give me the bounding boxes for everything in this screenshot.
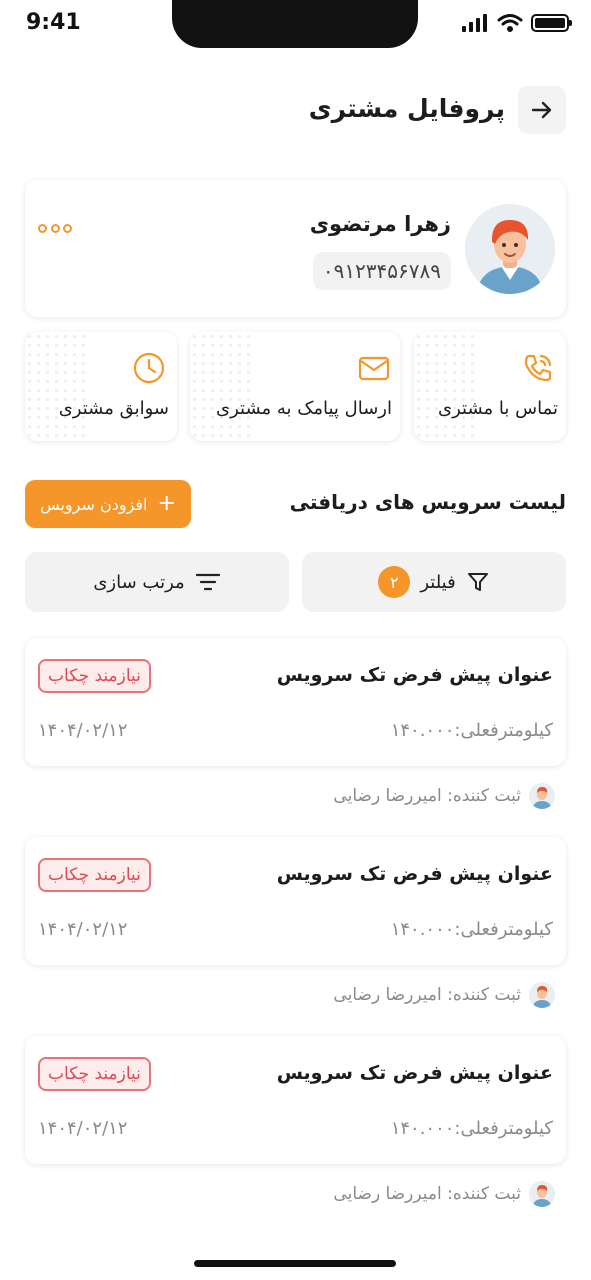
call-customer-button[interactable]: تماس با مشتری	[414, 332, 566, 441]
services-list-title: لیست سرویس های دریافتی	[289, 490, 566, 514]
registrar-label: ثبت کننده: امیررضا رضایی	[333, 786, 521, 806]
sort-button[interactable]: مرتب سازی	[25, 552, 289, 612]
status-time: 9:41	[26, 10, 81, 35]
service-title: عنوان پیش فرض تک سرویس	[276, 664, 553, 686]
battery-icon	[531, 14, 572, 32]
service-date: ۱۴۰۴/۰۲/۱۲	[38, 919, 128, 940]
send-sms-button[interactable]: ارسال پیامک به مشتری	[190, 332, 400, 441]
service-km: کیلومترفعلی:۱۴۰.۰۰۰	[390, 720, 553, 741]
arrow-right-icon	[531, 101, 552, 119]
add-service-button[interactable]: + افزودن سرویس	[25, 480, 191, 528]
mail-icon	[358, 356, 390, 381]
status-badge: نیازمند چکاب	[38, 659, 151, 693]
registrar-avatar	[529, 982, 555, 1008]
service-card[interactable]	[25, 1036, 566, 1164]
send-sms-label: ارسال پیامک به مشتری	[216, 398, 392, 419]
filter-icon	[467, 573, 488, 591]
customer-phone: ۰۹۱۲۳۴۵۶۷۸۹	[312, 252, 451, 290]
avatar	[465, 204, 555, 294]
signal-icon	[462, 14, 487, 32]
sort-label: مرتب سازی	[93, 571, 185, 593]
filter-button[interactable]: فیلتر ۲	[302, 552, 566, 612]
filter-label: فیلتر	[420, 571, 456, 593]
registrar-label: ثبت کننده: امیررضا رضایی	[333, 985, 521, 1005]
service-title: عنوان پیش فرض تک سرویس	[276, 1062, 553, 1084]
home-indicator	[194, 1260, 396, 1267]
service-registrar: ثبت کننده: امیررضا رضایی	[333, 783, 555, 809]
status-badge: نیازمند چکاب	[38, 1057, 151, 1091]
service-card[interactable]	[25, 837, 566, 965]
service-date: ۱۴۰۴/۰۲/۱۲	[38, 720, 128, 741]
service-km: کیلومترفعلی:۱۴۰.۰۰۰	[390, 919, 553, 940]
wifi-icon	[497, 14, 523, 32]
service-registrar: ثبت کننده: امیررضا رضایی	[333, 982, 555, 1008]
page-title: پروفایل مشتری	[308, 94, 505, 123]
sort-icon	[195, 573, 220, 591]
status-icons	[461, 13, 572, 33]
add-service-label: افزودن سرویس	[40, 494, 148, 514]
call-customer-label: تماس با مشتری	[438, 398, 558, 419]
service-card[interactable]	[25, 638, 566, 766]
service-registrar: ثبت کننده: امیررضا رضایی	[333, 1181, 555, 1207]
customer-history-button[interactable]: سوابق مشتری	[25, 332, 177, 441]
customer-name: زهرا مرتضوی	[309, 212, 451, 236]
plus-icon: +	[157, 491, 176, 516]
filter-count-badge: ۲	[378, 566, 411, 598]
service-km: کیلومترفعلی:۱۴۰.۰۰۰	[390, 1118, 553, 1139]
customer-history-label: سوابق مشتری	[58, 398, 169, 419]
clock-icon	[133, 352, 165, 384]
device-notch	[172, 0, 418, 48]
status-badge: نیازمند چکاب	[38, 858, 151, 892]
service-title: عنوان پیش فرض تک سرویس	[276, 863, 553, 885]
registrar-avatar	[529, 1181, 555, 1207]
service-date: ۱۴۰۴/۰۲/۱۲	[38, 1118, 128, 1139]
registrar-label: ثبت کننده: امیررضا رضایی	[333, 1184, 521, 1204]
more-options-icon[interactable]	[38, 218, 72, 238]
phone-icon	[524, 354, 552, 382]
back-button[interactable]	[518, 86, 566, 134]
registrar-avatar	[529, 783, 555, 809]
